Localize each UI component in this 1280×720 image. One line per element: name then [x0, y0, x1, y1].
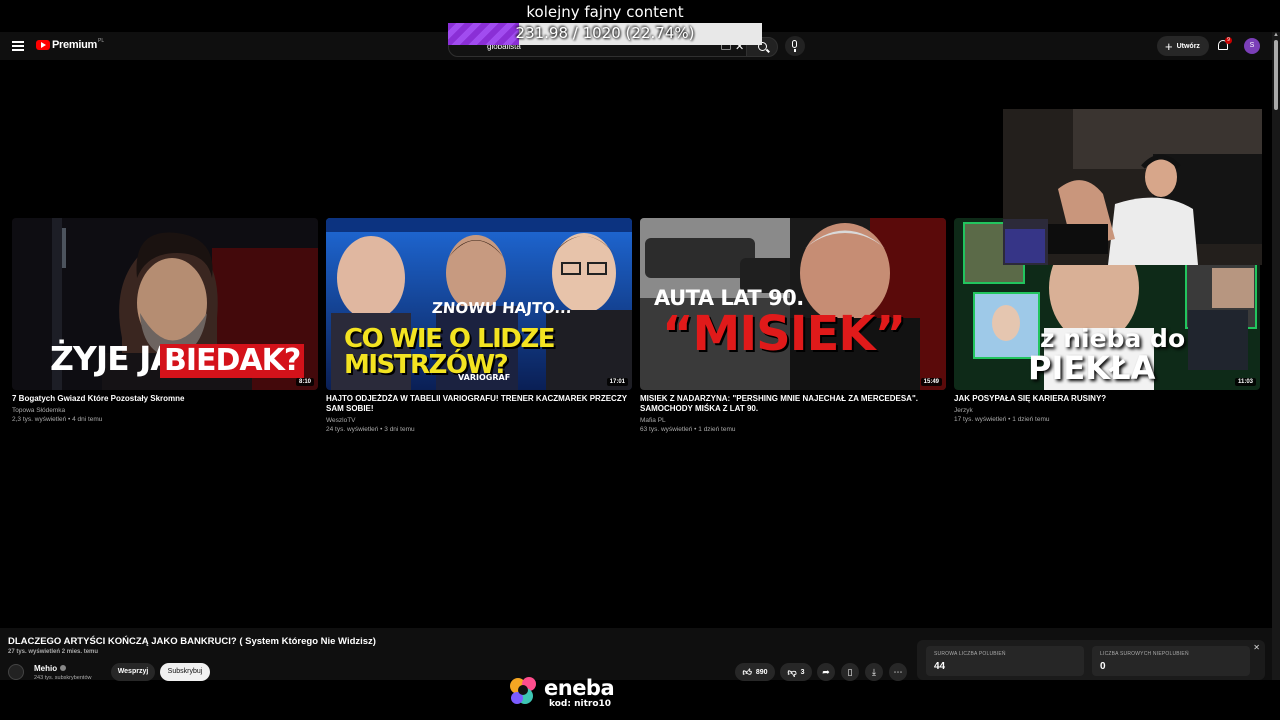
support-button[interactable]: Wesprzyj [111, 663, 155, 681]
mic-icon [792, 40, 797, 48]
dislike-button[interactable]: 👎︎ 3 [780, 663, 812, 681]
download-icon: ⤓ [872, 667, 876, 677]
video-meta: 24 tys. wyświetleń • 3 dni temu [326, 426, 415, 433]
subscribe-button[interactable]: Subskrybuj [160, 663, 210, 681]
youtube-logo[interactable]: Premium PL [36, 38, 105, 51]
sponsor-code: kod: nitro10 [549, 699, 612, 709]
raw-dislikes-box: LICZBA SUROWYCH NIEPOLUBIEŃ 0 [1092, 646, 1250, 676]
thumbnail-brand: VARIOGRAF [458, 373, 511, 382]
video-thumbnail[interactable]: ŻYJE JAK BIEDAK? 8:10 [12, 218, 318, 390]
raw-stats-panel: SUROWA LICZBA POLUBIEŃ 44 LICZBA SUROWYC… [917, 640, 1265, 680]
raw-likes-value: 44 [934, 661, 946, 672]
video-duration: 11:03 [1234, 378, 1256, 386]
page-scrollbar[interactable]: ▲ [1272, 32, 1280, 680]
share-icon: ➦ [822, 667, 830, 677]
video-duration: 17:01 [606, 378, 628, 386]
logo-region: PL [97, 38, 105, 44]
hamburger-menu-icon[interactable] [12, 41, 24, 51]
download-button[interactable]: ⤓ [865, 663, 883, 681]
goal-progress-bar: 231.98 / 1020 (22.74%) [448, 23, 762, 45]
more-actions-button[interactable]: ⋯ [889, 663, 907, 681]
video-title[interactable]: JAK POSYPAŁA SIĘ KARIERA RUSINY? [954, 394, 1260, 404]
channel-name[interactable]: Mehio [34, 664, 67, 673]
scroll-up-arrow-icon[interactable]: ▲ [1273, 32, 1279, 38]
goal-progress-text: 231.98 / 1020 (22.74%) [515, 24, 695, 42]
video-title[interactable]: 7 Bogatych Gwiazd Które Pozostały Skromn… [12, 394, 318, 404]
goal-title: kolejny fajny content [526, 3, 684, 21]
save-button[interactable]: ▯ [841, 663, 859, 681]
like-button[interactable]: 👍︎ 890 [735, 663, 775, 681]
thumbnail-caption-highlight: CO WIE O LIDZE MISTRZÓW? [344, 324, 556, 380]
close-icon[interactable]: ✕ [1253, 643, 1260, 652]
video-title[interactable]: MISIEK Z NADARZYNA: "PERSHING MNIE NAJEC… [640, 394, 946, 414]
youtube-play-icon [36, 40, 50, 50]
video-meta: 63 tys. wyświetleń • 1 dzień temu [640, 426, 736, 433]
streamer-webcam [1003, 109, 1262, 265]
video-channel[interactable]: WeszloTV [326, 417, 632, 424]
more-icon: ⋯ [893, 667, 903, 677]
video-meta: 2,3 tys. wyświetleń • 4 dni temu [12, 416, 103, 423]
sponsor-banner: eneba kod: nitro10 [507, 674, 627, 714]
notification-badge: 9 [1225, 37, 1232, 44]
now-playing-title[interactable]: DLACZEGO ARTYŚCI KOŃCZĄ JAKO BANKRUCI? (… [8, 636, 376, 647]
create-button[interactable]: + Utwórz [1157, 36, 1209, 56]
video-card[interactable]: ZNOWU HAJTO... CO WIE O LIDZE MISTRZÓW? … [326, 218, 632, 433]
share-button[interactable]: ➦ [817, 663, 835, 681]
raw-dislikes-value: 0 [1100, 661, 1106, 672]
thumbs-up-icon: 👍︎ [742, 666, 752, 677]
video-thumbnail[interactable]: AUTA LAT 90. “MISIEK” 15:49 [640, 218, 946, 390]
thumbnail-caption: z nieba do [1040, 324, 1186, 353]
thumbs-down-icon: 👎︎ [787, 666, 797, 677]
video-title[interactable]: HAJTO ODJEŻDŻA W TABELII VARIOGRAFU! TRE… [326, 394, 632, 414]
video-card[interactable]: AUTA LAT 90. “MISIEK” 15:49 MISIEK Z NAD… [640, 218, 946, 433]
voice-search-button[interactable] [785, 36, 805, 56]
verified-icon [60, 665, 67, 671]
video-channel[interactable]: Topowa Słódemka [12, 407, 318, 414]
logo-text: Premium [52, 39, 97, 51]
eneba-logo-icon [510, 677, 536, 704]
video-thumbnail[interactable]: ZNOWU HAJTO... CO WIE O LIDZE MISTRZÓW? … [326, 218, 632, 390]
raw-likes-label: SUROWA LICZBA POLUBIEŃ [934, 651, 1006, 657]
now-playing-meta: 27 tys. wyświetleń 2 mies. temu [8, 649, 99, 655]
scroll-thumb[interactable] [1274, 40, 1278, 110]
video-channel[interactable]: Mafia PL [640, 417, 946, 424]
webcam-feed [1003, 109, 1262, 265]
video-duration: 8:10 [295, 378, 314, 386]
thumbnail-caption: ZNOWU HAJTO... [431, 299, 573, 317]
sponsor-name: eneba [544, 676, 615, 700]
video-channel[interactable]: Jerzyk [954, 407, 1260, 414]
thumbnail-caption-highlight: PIEKŁA [1028, 349, 1156, 387]
channel-avatar[interactable] [8, 664, 24, 680]
channel-name-text: Mehio [34, 664, 58, 673]
video-meta: 17 tys. wyświetleń • 1 dzień temu [954, 416, 1050, 423]
create-label: Utwórz [1176, 42, 1200, 50]
dislike-count: 3 [800, 668, 805, 676]
account-avatar[interactable]: S [1244, 38, 1260, 54]
video-duration: 15:49 [920, 378, 942, 386]
thumbnail-caption-highlight: BIEDAK? [160, 344, 305, 378]
bookmark-icon: ▯ [847, 667, 853, 677]
like-count: 890 [755, 668, 768, 676]
raw-likes-box: SUROWA LICZBA POLUBIEŃ 44 [926, 646, 1084, 676]
subscriber-count: 243 tys. subskrybentów [34, 675, 92, 681]
video-card[interactable]: ŻYJE JAK BIEDAK? 8:10 7 Bogatych Gwiazd … [12, 218, 318, 423]
thumbnail-caption-highlight: “MISIEK” [662, 306, 906, 362]
raw-dislikes-label: LICZBA SUROWYCH NIEPOLUBIEŃ [1100, 651, 1189, 657]
plus-icon: + [1165, 38, 1173, 54]
